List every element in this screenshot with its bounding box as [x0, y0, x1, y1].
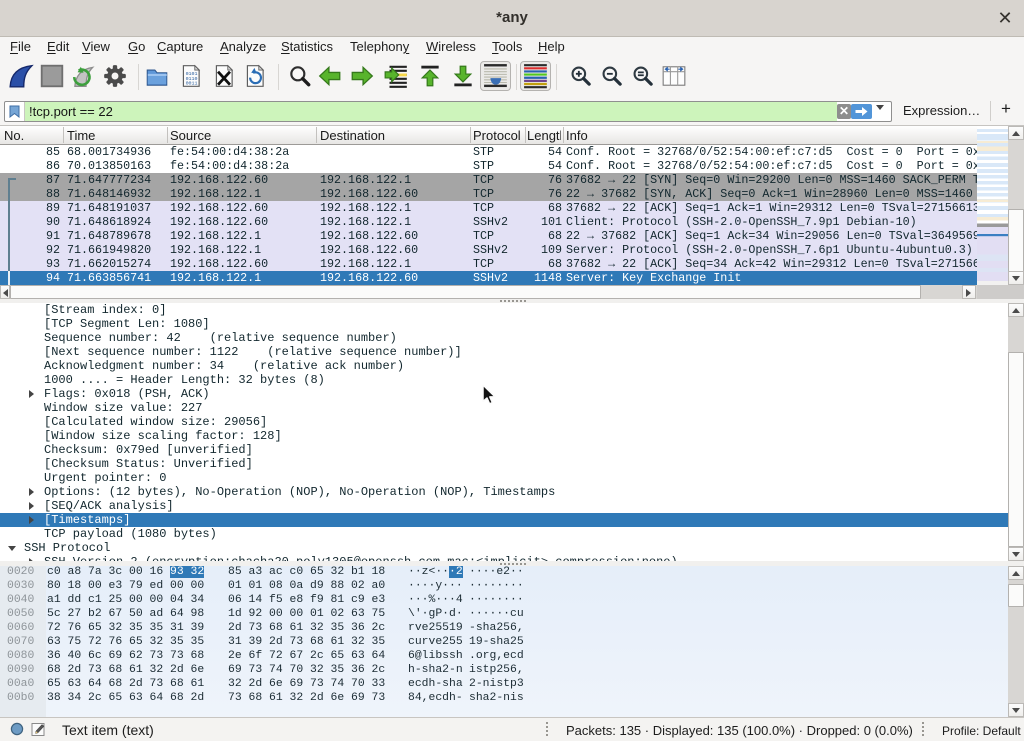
- svg-text:0011: 0011: [186, 81, 198, 87]
